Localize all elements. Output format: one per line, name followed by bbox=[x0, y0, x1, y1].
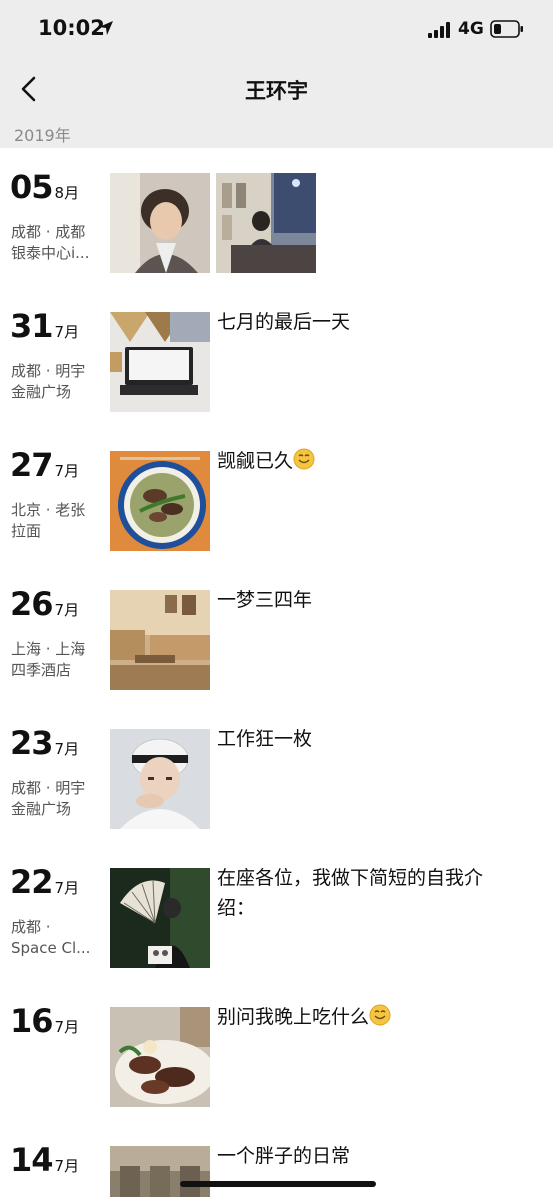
post-location-line: 四季酒店 bbox=[11, 661, 72, 679]
post-location-line: 成都 · bbox=[11, 918, 51, 936]
post-month: 8月 bbox=[54, 184, 80, 202]
post-caption: 觊觎已久 bbox=[217, 446, 517, 476]
post-photo[interactable] bbox=[110, 729, 210, 829]
post-date: 27 7月 bbox=[10, 446, 79, 484]
post-caption: 一梦三四年 bbox=[217, 589, 313, 611]
post-date: 14 7月 bbox=[10, 1141, 79, 1179]
post-day: 31 bbox=[10, 307, 54, 345]
post-location-line: 银泰中心i... bbox=[11, 244, 90, 262]
post-location-line: 金融广场 bbox=[11, 383, 72, 401]
location-arrow-icon bbox=[99, 21, 113, 35]
post-month: 7月 bbox=[54, 462, 80, 480]
home-indicator[interactable] bbox=[180, 1181, 376, 1187]
post-photo[interactable] bbox=[110, 1007, 210, 1107]
post-month: 7月 bbox=[54, 740, 80, 758]
post-day: 27 bbox=[10, 446, 54, 484]
post-day: 26 bbox=[10, 585, 54, 623]
post-photo[interactable] bbox=[110, 590, 210, 690]
post-caption: 在座各位，我做下简短的自我介绍： bbox=[217, 867, 484, 919]
network-type: 4G bbox=[458, 19, 484, 39]
post-date: 22 7月 bbox=[10, 863, 79, 901]
smile-emoji-icon bbox=[369, 1004, 391, 1026]
post-photo[interactable] bbox=[216, 173, 316, 273]
post-location-line: Space Cl... bbox=[11, 939, 91, 957]
post-month: 7月 bbox=[54, 601, 80, 619]
post-location-line: 成都 · 明宇 bbox=[11, 779, 86, 797]
post-photo[interactable] bbox=[110, 312, 210, 412]
post-location: 成都 · Space Cl... bbox=[11, 917, 107, 959]
year-label: 2019年 bbox=[14, 126, 71, 145]
post-location: 成都 · 明宇 金融广场 bbox=[11, 778, 107, 820]
post-date: 31 7月 bbox=[10, 307, 79, 345]
post-caption: 七月的最后一天 bbox=[217, 311, 351, 333]
post-month: 7月 bbox=[54, 1018, 80, 1036]
post-location: 北京 · 老张 拉面 bbox=[11, 500, 107, 542]
post-month: 7月 bbox=[54, 879, 80, 897]
post-date: 05 8月 bbox=[10, 168, 79, 206]
status-bar: 10:02 4G bbox=[0, 0, 553, 60]
post-caption: 别问我晚上吃什么 bbox=[217, 1002, 517, 1032]
post-day: 16 bbox=[10, 1002, 54, 1040]
post-date: 23 7月 bbox=[10, 724, 79, 762]
post-caption: 工作狂一枚 bbox=[217, 728, 313, 750]
signal-bars-icon bbox=[428, 22, 450, 38]
battery-icon bbox=[490, 20, 523, 38]
post-location: 成都 · 明宇 金融广场 bbox=[11, 361, 107, 403]
post-caption-text: 觊觎已久 bbox=[217, 450, 294, 472]
post-location-line: 上海 · 上海 bbox=[11, 640, 86, 658]
post-location-line: 成都 · 明宇 bbox=[11, 362, 86, 380]
post-day: 22 bbox=[10, 863, 54, 901]
post-photo[interactable] bbox=[110, 173, 210, 273]
status-time: 10:02 bbox=[38, 16, 105, 40]
post-date: 26 7月 bbox=[10, 585, 79, 623]
post-location-line: 北京 · 老张 bbox=[11, 501, 86, 519]
post-caption: 一个胖子的日常 bbox=[217, 1145, 351, 1167]
post-location: 成都 · 成都 银泰中心i... bbox=[11, 222, 107, 264]
post-location-line: 成都 · 成都 bbox=[11, 223, 86, 241]
post-photo[interactable] bbox=[110, 1146, 210, 1197]
post-photo[interactable] bbox=[110, 451, 210, 551]
post-month: 7月 bbox=[54, 323, 80, 341]
post-photo[interactable] bbox=[110, 868, 210, 968]
post-location: 上海 · 上海 四季酒店 bbox=[11, 639, 107, 681]
post-caption-text: 别问我晚上吃什么 bbox=[217, 1006, 370, 1028]
post-day: 05 bbox=[10, 168, 54, 206]
post-month: 7月 bbox=[54, 1157, 80, 1175]
post-location-line: 拉面 bbox=[11, 522, 42, 540]
post-location-line: 金融广场 bbox=[11, 800, 72, 818]
navigation-bar: 王环宇 bbox=[0, 60, 553, 118]
page-title: 王环宇 bbox=[245, 79, 308, 103]
smile-emoji-icon bbox=[293, 448, 315, 470]
year-divider: 2019年 bbox=[0, 118, 553, 148]
post-day: 23 bbox=[10, 724, 54, 762]
post-date: 16 7月 bbox=[10, 1002, 79, 1040]
post-day: 14 bbox=[10, 1141, 54, 1179]
